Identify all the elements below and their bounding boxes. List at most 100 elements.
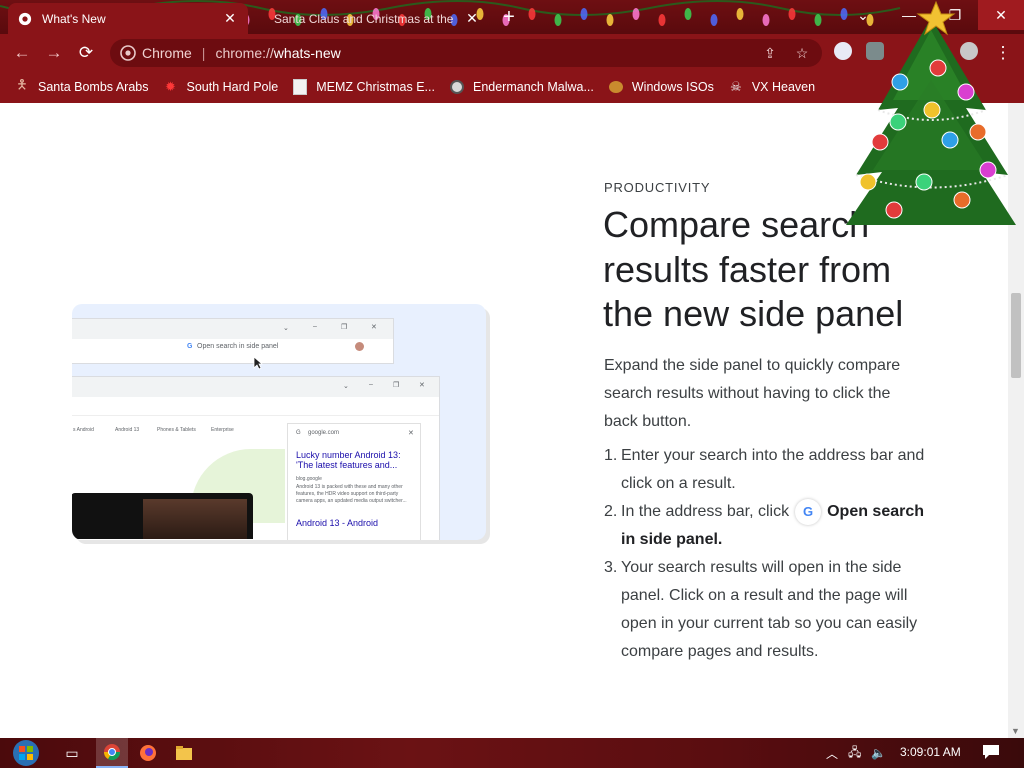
- search-result-source: blog.google: [296, 476, 322, 482]
- avatar: [355, 342, 364, 351]
- restore-icon: ❐: [393, 382, 400, 389]
- omnibox-url-path: whats-new: [273, 45, 341, 61]
- pumpkin-icon: [608, 79, 624, 95]
- bookmark-label: Santa Bombs Arabs: [38, 80, 149, 94]
- light-bulb: [658, 14, 666, 26]
- article-lede: Expand the side panel to quickly compare…: [604, 357, 901, 430]
- tab-search-chevron-icon[interactable]: ⌄: [840, 0, 886, 30]
- new-tab-button[interactable]: +: [498, 7, 520, 29]
- step-number: 3.: [604, 559, 618, 576]
- step-item: 1. Enter your search into the address ba…: [604, 442, 934, 498]
- taskbar-clock[interactable]: 3:09:01 AM: [900, 745, 961, 759]
- light-bulb: [528, 8, 536, 20]
- step-text: Your search results will open in the sid…: [621, 559, 918, 660]
- back-arrow-icon[interactable]: ←: [9, 40, 35, 66]
- tray-chevron-up-icon[interactable]: ︿: [826, 745, 838, 762]
- restore-button[interactable]: ❐: [932, 0, 978, 30]
- tab-title: What's New: [42, 11, 106, 26]
- action-center-icon[interactable]: [982, 744, 1000, 760]
- illustration-window-back: ⌄ – ❐ ✕ G Open search in side panel: [72, 318, 394, 364]
- firefox-taskbar-icon[interactable]: [132, 738, 164, 768]
- tab-close-icon[interactable]: ✕: [222, 10, 238, 27]
- network-icon[interactable]: 🖧: [848, 743, 861, 764]
- tab-strip: What's New ✕ Santa Claus and Christmas a…: [0, 0, 1024, 34]
- restore-icon: ❐: [341, 324, 348, 331]
- minimize-icon: –: [369, 381, 373, 388]
- light-bulb: [580, 8, 588, 20]
- page-nav-item: Android 13: [115, 427, 140, 433]
- chrome-favicon-icon: [18, 12, 32, 25]
- close-icon: ✕: [371, 324, 377, 331]
- mouse-cursor-icon: [253, 356, 263, 370]
- side-panel-domain: google.com: [308, 430, 340, 436]
- bookmark-item[interactable]: MEMZ Christmas E...: [292, 79, 435, 95]
- windows-orb-icon: [13, 740, 39, 766]
- side-panel-illustration: ⌄ – ❐ ✕ G Open search in side panel ⌄ – …: [72, 304, 486, 540]
- side-panel-close-icon: ✕: [408, 430, 414, 437]
- bookmark-label: VX Heaven: [751, 80, 816, 94]
- tab-whats-new[interactable]: What's New ✕: [8, 3, 248, 34]
- chrome-logo-icon: [120, 45, 136, 61]
- omnibox-separator: |: [201, 45, 206, 61]
- extension-s-icon[interactable]: [866, 42, 884, 60]
- step-item: 3. Your search results will open in the …: [604, 554, 934, 666]
- light-bulb: [814, 14, 822, 26]
- task-view-icon[interactable]: ▭: [58, 738, 86, 768]
- illustration-device: [72, 493, 253, 539]
- page-scrollbar[interactable]: ▼: [1008, 103, 1024, 738]
- raccoon-icon: [449, 79, 465, 95]
- steps-list: 1. Enter your search into the address ba…: [604, 442, 934, 666]
- illustration-side-panel: G google.com ✕ Lucky number Android 13: …: [287, 423, 421, 540]
- illustration-omnibox: [72, 397, 439, 416]
- windows-taskbar: ▭ ︿ 🖧 🔈 3:09:01 AM: [0, 738, 1024, 768]
- minimize-button[interactable]: —: [886, 0, 932, 30]
- bookmark-item[interactable]: ✹ South Hard Pole: [162, 79, 278, 95]
- bookmark-label: Endermanch Malwa...: [472, 80, 594, 94]
- omnibox-url-prefix: chrome://: [215, 45, 274, 61]
- tab-title: Santa Claus and Christmas at the: [274, 11, 454, 26]
- tab-santa-claus[interactable]: Santa Claus and Christmas at the ✕: [254, 3, 490, 34]
- extension-flag-icon[interactable]: [834, 42, 852, 60]
- search-result-title: Android 13 - Android: [296, 518, 379, 528]
- chevron-icon: ⌄: [283, 325, 289, 332]
- bookmark-item[interactable]: 🯅 Santa Bombs Arabs: [14, 77, 149, 95]
- scroll-down-arrow-icon[interactable]: ▼: [1011, 726, 1020, 736]
- bookmarks-bar: 🯅 Santa Bombs Arabs ✹ South Hard Pole ME…: [0, 71, 1024, 103]
- chevron-icon: ⌄: [343, 383, 349, 390]
- step-text: In the address bar, click: [621, 503, 790, 520]
- menu-kebab-icon[interactable]: ⋮: [990, 40, 1016, 66]
- google-g-icon: G: [187, 343, 193, 350]
- chrome-taskbar-icon[interactable]: [96, 738, 128, 768]
- illustration-window-front: ⌄ – ❐ ✕ s Android Android 13 Phones & Ta…: [72, 376, 440, 540]
- light-bulb: [684, 8, 692, 20]
- tab-close-icon[interactable]: ✕: [464, 10, 480, 27]
- address-bar[interactable]: Chrome | chrome://whats-new ⇪ ☆: [110, 39, 822, 67]
- illustration-window-bar: ⌄ – ❐ ✕: [72, 377, 439, 397]
- bookmark-item[interactable]: ☠ VX Heaven: [728, 79, 815, 95]
- start-button[interactable]: [8, 738, 44, 768]
- bookmark-item[interactable]: Endermanch Malwa...: [449, 79, 594, 95]
- bookmark-label: MEMZ Christmas E...: [316, 80, 435, 94]
- forward-arrow-icon[interactable]: →: [41, 40, 67, 66]
- omnibox-scheme-label: Chrome: [142, 45, 192, 61]
- step-text: Enter your search into the address bar a…: [621, 447, 925, 492]
- reload-icon[interactable]: ⟳: [73, 40, 99, 66]
- profile-avatar-icon[interactable]: [960, 42, 978, 60]
- google-g-icon: G: [795, 498, 822, 525]
- search-result-title: Lucky number Android 13: 'The latest fea…: [296, 450, 401, 470]
- share-icon[interactable]: ⇪: [760, 43, 780, 63]
- illustration-window-bar: ⌄ – ❐ ✕: [72, 319, 393, 339]
- google-g-icon: G: [296, 430, 301, 436]
- bookmark-item[interactable]: Windows ISOs: [608, 79, 714, 95]
- light-bulb: [788, 8, 796, 20]
- close-window-button[interactable]: ✕: [978, 0, 1024, 30]
- light-bulb: [554, 14, 562, 26]
- volume-icon[interactable]: 🔈: [871, 746, 886, 760]
- minimize-icon: –: [313, 323, 317, 330]
- close-icon: ✕: [419, 382, 425, 389]
- scrollbar-thumb[interactable]: [1011, 293, 1021, 378]
- light-bulb: [632, 8, 640, 20]
- file-explorer-taskbar-icon[interactable]: [168, 738, 200, 768]
- bookmark-star-icon[interactable]: ☆: [792, 43, 812, 63]
- page-nav-item: s Android: [73, 427, 94, 433]
